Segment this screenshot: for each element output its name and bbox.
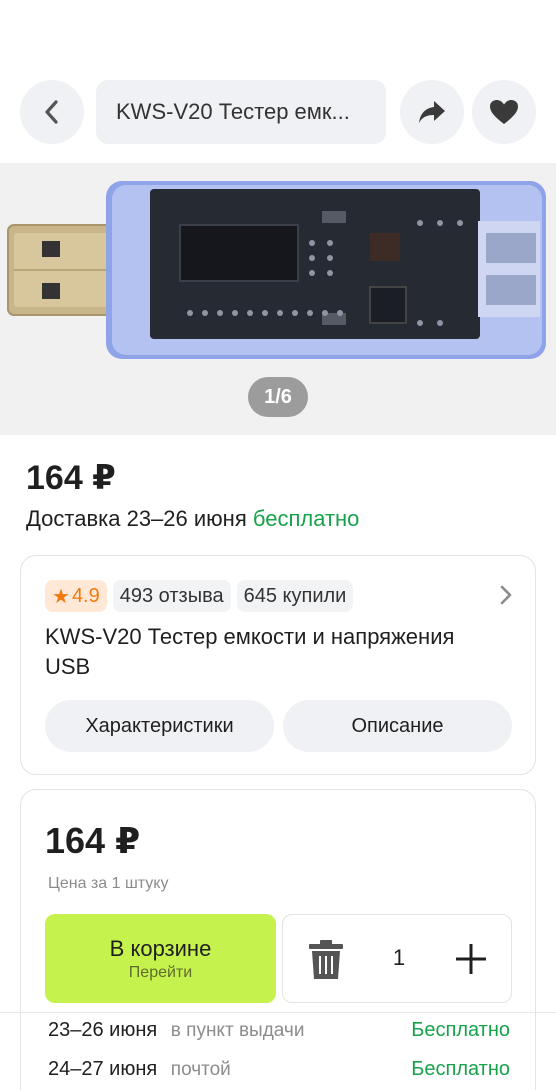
delivery-dates: Доставка 23–26 июня [26,506,247,531]
cart-button-label: В корзине [109,935,212,961]
trash-icon[interactable] [307,940,345,980]
delivery-option-method: в пункт выдачи [170,1020,305,1041]
delivery-option-pickup: 23–26 июня в пункт выдачи Бесплатно [48,1019,510,1049]
chevron-right-icon[interactable] [499,584,513,606]
bought-badge: 645 купили [236,580,354,612]
star-icon: ★ [52,585,70,608]
delivery-option-post: 24–27 июня почтой Бесплатно [48,1058,510,1088]
delivery-option-cost: Бесплатно [411,1019,510,1041]
product-stats: ★ 4.9 493 отзыва 645 купили [45,580,354,612]
delivery-summary: Доставка 23–26 июня бесплатно [26,506,359,532]
rating-value: 4.9 [71,584,100,607]
delivery-option-method: почтой [170,1059,231,1080]
gallery-counter: 1/6 [248,377,308,417]
per-unit-label: Цена за 1 штуку [48,875,169,892]
quantity-value: 1 [392,945,406,970]
product-title: KWS-V20 Тестер емкости и напряжения USB [45,624,455,679]
plus-icon[interactable] [451,939,491,979]
product-info-card[interactable]: ★ 4.9 493 отзыва 645 купили KWS-V20 Тест… [20,555,536,775]
delivery-option-cost: Бесплатно [411,1058,510,1080]
delivery-option-date: 24–27 июня [48,1058,158,1080]
chevron-left-icon [45,100,58,124]
reviews-badge[interactable]: 493 отзыва [112,580,231,612]
in-cart-button[interactable]: В корзине Перейти [45,914,276,1003]
specs-button[interactable]: Характеристики [45,700,274,752]
back-button[interactable] [20,80,84,144]
cart-button-sublabel: Перейти [128,963,193,981]
rating-badge[interactable]: ★ 4.9 [45,580,107,612]
product-price: 164 ₽ [26,459,116,497]
top-bar: KWS-V20 Тестер емк... [20,80,536,144]
description-button[interactable]: Описание [283,700,512,752]
favorite-button[interactable] [472,80,536,144]
search-field[interactable]: KWS-V20 Тестер емк... [96,80,386,144]
quantity-stepper: 1 [282,914,512,1003]
search-text: KWS-V20 Тестер емк... [116,99,350,124]
purchase-price: 164 ₽ [45,820,141,861]
delivery-free-label: бесплатно [252,506,360,531]
share-icon [419,101,445,123]
share-button[interactable] [400,80,464,144]
heart-icon [490,100,518,124]
divider [0,1012,556,1013]
delivery-option-date: 23–26 июня [48,1019,158,1041]
